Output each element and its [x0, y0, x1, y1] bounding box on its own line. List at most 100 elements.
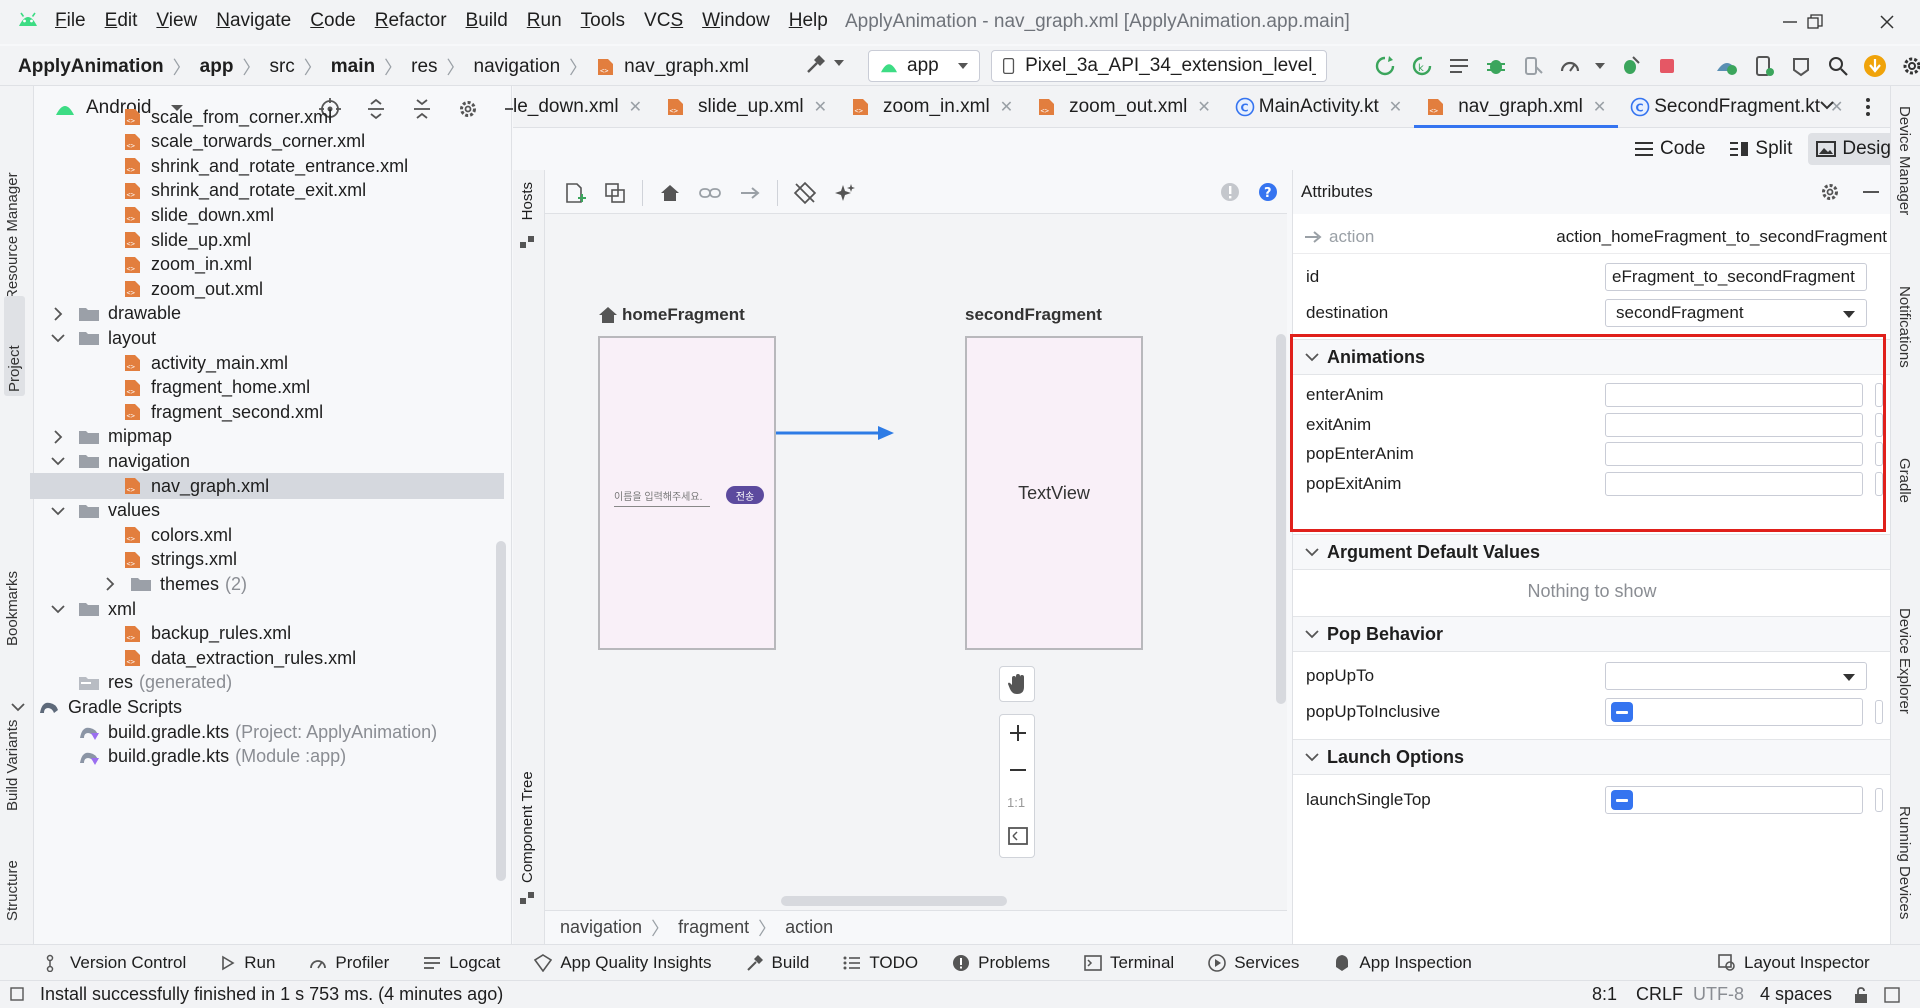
file-encoding[interactable]: UTF-8: [1693, 984, 1744, 1005]
settings-gear-icon[interactable]: [455, 96, 481, 122]
tool-tab-device-explorer[interactable]: Device Explorer: [1896, 608, 1913, 714]
tree-file-item[interactable]: <> zoom_out.xml: [123, 276, 263, 302]
zoom-in-icon[interactable]: [1009, 724, 1027, 742]
chevron-right-icon[interactable]: [50, 306, 66, 322]
menu-refactor[interactable]: Refactor: [375, 10, 447, 32]
menu-file[interactable]: File: [55, 10, 86, 32]
editor-tab[interactable]: <> slide_up.xml ✕: [654, 86, 839, 128]
profile-icon[interactable]: [1557, 53, 1583, 79]
breadcrumb-navigation[interactable]: navigation: [560, 917, 642, 938]
tool-tab-app-inspection[interactable]: App Inspection: [1333, 953, 1472, 973]
anim-input[interactable]: [1605, 471, 1863, 496]
breadcrumb-item[interactable]: res: [411, 56, 437, 78]
close-tab-icon[interactable]: ✕: [1389, 97, 1402, 117]
tree-file-item[interactable]: <> scale_torwards_corner.xml: [123, 129, 365, 155]
menu-build[interactable]: Build: [466, 10, 508, 32]
resource-picker-button[interactable]: [1875, 383, 1883, 407]
cursor-position[interactable]: 8:1: [1592, 984, 1617, 1005]
debug-icon[interactable]: [1483, 53, 1509, 79]
launch-options-section-header[interactable]: Launch Options: [1293, 739, 1891, 775]
tree-scrollbar[interactable]: [496, 541, 506, 881]
menu-help[interactable]: Help: [789, 10, 828, 32]
chevron-right-icon[interactable]: [50, 429, 66, 445]
layout-inspector-tab[interactable]: Layout Inspector: [1718, 953, 1870, 973]
menu-edit[interactable]: Edit: [105, 10, 138, 32]
zoom-out-icon[interactable]: [1009, 761, 1027, 779]
destination-select[interactable]: secondFragment: [1605, 299, 1867, 327]
hosts-tab[interactable]: Hosts: [519, 182, 536, 220]
tool-tab-structure[interactable]: Structure: [4, 821, 21, 921]
tool-tab-version-control[interactable]: Version Control: [46, 953, 186, 973]
more-options-icon[interactable]: [1865, 96, 1871, 118]
resource-picker-button[interactable]: [1875, 442, 1883, 466]
editor-tab[interactable]: le_down.xml ✕: [513, 86, 654, 128]
lock-icon[interactable]: [1853, 986, 1869, 1004]
chevron-down-icon[interactable]: [1594, 61, 1606, 71]
tree-folder-item[interactable]: xml: [50, 596, 136, 622]
menu-tools[interactable]: Tools: [581, 10, 625, 32]
editor-tab[interactable]: <> nav_graph.xml ✕: [1414, 86, 1619, 128]
close-tab-icon[interactable]: ✕: [1000, 97, 1013, 117]
second-fragment-node[interactable]: TextView: [965, 336, 1143, 650]
tree-file-item[interactable]: <> fragment_home.xml: [123, 375, 310, 401]
popuptoinclusive-field[interactable]: [1605, 698, 1863, 726]
tree-file-item[interactable]: <> slide_up.xml: [123, 227, 251, 253]
tree-file-item[interactable]: <> activity_main.xml: [123, 350, 288, 376]
zoom-to-fit-icon[interactable]: [1008, 827, 1028, 845]
tree-file-item[interactable]: <> strings.xml: [123, 547, 237, 573]
tool-tab-resource-manager[interactable]: Resource Manager: [4, 100, 21, 300]
chevron-down-icon[interactable]: [833, 58, 845, 68]
settings-gear-icon[interactable]: [1899, 53, 1920, 79]
launchsingletop-field[interactable]: [1605, 786, 1863, 814]
tree-folder-item[interactable]: themes (2): [102, 571, 247, 597]
apply-code-changes-icon[interactable]: k: [1409, 53, 1435, 79]
indent-setting[interactable]: 4 spaces: [1760, 984, 1832, 1005]
anim-input[interactable]: [1605, 442, 1863, 466]
nested-graph-icon[interactable]: [602, 180, 628, 206]
menu-run[interactable]: Run: [527, 10, 562, 32]
restore-button[interactable]: [1800, 8, 1830, 36]
id-field[interactable]: eFragment_to_secondFragment: [1605, 263, 1867, 291]
tree-file-item[interactable]: <> shrink_and_rotate_exit.xml: [123, 178, 366, 204]
menu-view[interactable]: View: [156, 10, 197, 32]
canvas-horizontal-scrollbar[interactable]: [781, 896, 1007, 906]
tree-folder-item[interactable]: layout: [50, 325, 156, 351]
editor-tab[interactable]: <> zoom_in.xml ✕: [839, 86, 1025, 128]
indeterminate-checkbox[interactable]: [1611, 790, 1633, 810]
breadcrumb-item[interactable]: main: [331, 56, 375, 78]
tool-tab-terminal[interactable]: Terminal: [1084, 953, 1174, 973]
search-icon[interactable]: [1825, 53, 1851, 79]
hide-panel-icon[interactable]: [1863, 190, 1879, 194]
close-tab-icon[interactable]: ✕: [814, 97, 827, 117]
breadcrumb-item[interactable]: navigation: [474, 56, 561, 78]
sdk-manager-icon[interactable]: [1788, 53, 1814, 79]
breadcrumb-action[interactable]: action: [785, 917, 833, 938]
tree-folder-item[interactable]: Gradle Scripts: [10, 694, 182, 720]
menu-vcs[interactable]: VCS: [644, 10, 683, 32]
collapse-all-icon[interactable]: [409, 96, 435, 122]
editor-tab[interactable]: <> zoom_out.xml ✕: [1025, 86, 1223, 128]
tool-window-icon[interactable]: [1884, 987, 1900, 1003]
tool-tab-todo[interactable]: TODO: [843, 953, 918, 973]
tool-tab-logcat[interactable]: Logcat: [423, 953, 500, 973]
menu-window[interactable]: Window: [702, 10, 770, 32]
home-fragment-node[interactable]: 이름을 입력해주세요. 전송: [598, 336, 776, 650]
animations-section-header[interactable]: Animations: [1293, 339, 1891, 375]
tool-tab-run[interactable]: Run: [220, 953, 275, 973]
auto-arrange-icon[interactable]: [792, 180, 818, 206]
tree-file-item[interactable]: <> data_extraction_rules.xml: [123, 645, 356, 671]
warning-icon[interactable]: [1220, 182, 1240, 202]
chevron-down-icon[interactable]: [50, 503, 66, 519]
tool-tab-profiler[interactable]: Profiler: [309, 953, 389, 973]
indeterminate-checkbox[interactable]: [1611, 702, 1633, 722]
new-destination-icon[interactable]: [562, 180, 588, 206]
attach-debugger-icon[interactable]: [1520, 53, 1546, 79]
split-view-button[interactable]: Split: [1721, 133, 1800, 165]
breadcrumb-item[interactable]: <> nav_graph.xml: [596, 56, 749, 78]
tree-folder-item[interactable]: navigation: [50, 448, 190, 474]
tool-tab-build-variants[interactable]: Build Variants: [4, 661, 21, 811]
menu-code[interactable]: Code: [310, 10, 355, 32]
breadcrumb-item[interactable]: ApplyAnimation: [18, 56, 164, 78]
tree-folder-item[interactable]: values: [50, 498, 160, 524]
resource-picker-button[interactable]: [1875, 412, 1883, 437]
